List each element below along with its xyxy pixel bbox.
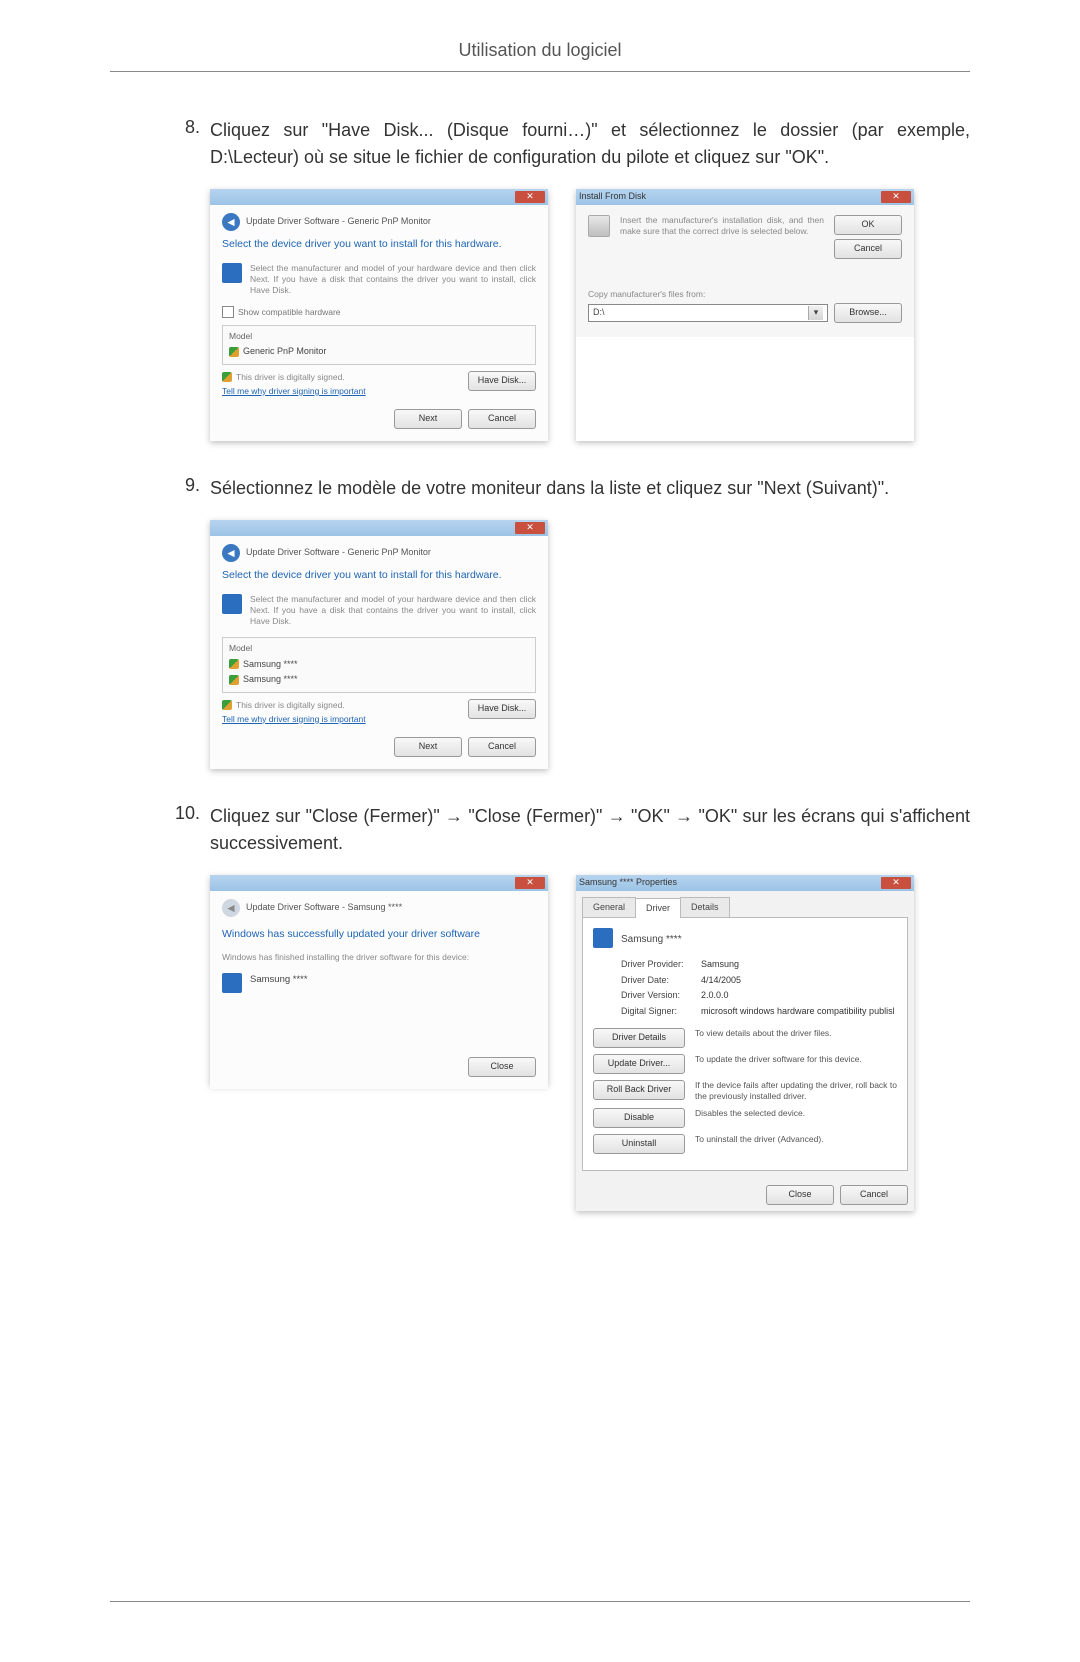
- path-dropdown[interactable]: D:\ ▾: [588, 304, 828, 322]
- step-10: 10. Cliquez sur "Close (Fermer)" → "Clos…: [110, 803, 970, 1222]
- success-dialog: ✕ ◄ Update Driver Software - Samsung ***…: [210, 875, 548, 1085]
- shield-icon: [222, 372, 232, 382]
- breadcrumb: ◄ Update Driver Software - Samsung ****: [222, 899, 536, 917]
- back-icon[interactable]: ◄: [222, 544, 240, 562]
- device-name: Samsung ****: [250, 973, 308, 993]
- breadcrumb: ◄ Update Driver Software - Generic PnP M…: [222, 213, 536, 231]
- disk-instructions: Insert the manufacturer's installation d…: [620, 215, 824, 237]
- monitor-icon: [593, 928, 613, 948]
- step-text: Cliquez sur "Have Disk... (Disque fourni…: [210, 117, 970, 171]
- step-text: Sélectionnez le modèle de votre moniteur…: [210, 475, 970, 502]
- model-list: Model Samsung **** Samsung ****: [222, 637, 536, 693]
- uninstall-button[interactable]: Uninstall: [593, 1134, 685, 1154]
- close-button[interactable]: Close: [468, 1057, 536, 1077]
- tab-driver[interactable]: Driver: [635, 898, 681, 919]
- shield-icon: [229, 347, 239, 357]
- tab-details[interactable]: Details: [680, 897, 730, 918]
- chevron-down-icon: ▾: [808, 306, 823, 320]
- driver-icon: [222, 263, 242, 283]
- list-item[interactable]: Generic PnP Monitor: [229, 344, 529, 360]
- step-number: 9.: [110, 475, 210, 779]
- step-body: Cliquez sur "Have Disk... (Disque fourni…: [210, 117, 970, 451]
- cancel-button[interactable]: Cancel: [468, 737, 536, 757]
- install-from-disk-dialog: Install From Disk ✕ Insert the manufactu…: [576, 189, 914, 441]
- step-number: 8.: [110, 117, 210, 451]
- step-body: Cliquez sur "Close (Fermer)" → "Close (F…: [210, 803, 970, 1222]
- screenshot-row: ✕ ◄ Update Driver Software - Generic PnP…: [210, 189, 970, 441]
- signing-link[interactable]: Tell me why driver signing is important: [222, 386, 366, 396]
- list-item[interactable]: Samsung ****: [229, 657, 529, 673]
- document-page: Utilisation du logiciel 8. Cliquez sur "…: [0, 0, 1080, 1662]
- shield-icon: [222, 700, 232, 710]
- next-button[interactable]: Next: [394, 409, 462, 429]
- properties-dialog: Samsung **** Properties ✕ General Driver…: [576, 875, 914, 1212]
- select-model-dialog: ✕ ◄ Update Driver Software - Generic PnP…: [210, 520, 548, 769]
- next-button[interactable]: Next: [394, 737, 462, 757]
- device-name: Samsung ****: [621, 928, 682, 948]
- ok-button[interactable]: OK: [834, 215, 902, 235]
- close-icon[interactable]: ✕: [515, 522, 545, 534]
- rollback-driver-button[interactable]: Roll Back Driver: [593, 1080, 685, 1100]
- compat-checkbox[interactable]: [222, 306, 234, 318]
- breadcrumb: ◄ Update Driver Software - Generic PnP M…: [222, 544, 536, 562]
- model-header: Model: [229, 642, 529, 655]
- window-title: Samsung **** Properties: [579, 876, 677, 890]
- step-list: 8. Cliquez sur "Have Disk... (Disque fou…: [110, 117, 970, 1221]
- cancel-button[interactable]: Cancel: [834, 239, 902, 259]
- window-titlebar: ✕: [210, 189, 548, 205]
- shield-icon: [229, 659, 239, 669]
- close-icon[interactable]: ✕: [515, 877, 545, 889]
- have-disk-button[interactable]: Have Disk...: [468, 699, 536, 719]
- disable-button[interactable]: Disable: [593, 1108, 685, 1128]
- window-titlebar: Samsung **** Properties ✕: [576, 875, 914, 891]
- tabs: General Driver Details: [582, 897, 908, 919]
- close-icon[interactable]: ✕: [515, 191, 545, 203]
- driver-details-button[interactable]: Driver Details: [593, 1028, 685, 1048]
- cancel-button[interactable]: Cancel: [840, 1185, 908, 1205]
- dialog-note: Select the manufacturer and model of you…: [250, 263, 536, 296]
- page-title: Utilisation du logiciel: [110, 40, 970, 72]
- copy-from-label: Copy manufacturer's files from:: [588, 289, 902, 300]
- dialog-heading: Windows has successfully updated your dr…: [222, 927, 536, 943]
- browse-button[interactable]: Browse...: [834, 303, 902, 323]
- window-title: Install From Disk: [579, 190, 646, 204]
- step-number: 10.: [110, 803, 210, 1222]
- dialog-heading: Select the device driver you want to ins…: [222, 568, 536, 584]
- cancel-button[interactable]: Cancel: [468, 409, 536, 429]
- list-item[interactable]: Samsung ****: [229, 672, 529, 688]
- shield-icon: [229, 675, 239, 685]
- back-icon: ◄: [222, 899, 240, 917]
- back-icon[interactable]: ◄: [222, 213, 240, 231]
- step-text: Cliquez sur "Close (Fermer)" → "Close (F…: [210, 803, 970, 857]
- step-9: 9. Sélectionnez le modèle de votre monit…: [110, 475, 970, 779]
- signed-row: This driver is digitally signed.: [222, 371, 366, 384]
- step-body: Sélectionnez le modèle de votre moniteur…: [210, 475, 970, 779]
- disk-icon: [588, 215, 610, 237]
- have-disk-button[interactable]: Have Disk...: [468, 371, 536, 391]
- close-icon[interactable]: ✕: [881, 877, 911, 889]
- monitor-icon: [222, 973, 242, 993]
- window-titlebar: ✕: [210, 875, 548, 891]
- breadcrumb-text: Update Driver Software - Generic PnP Mon…: [246, 215, 431, 229]
- step-8: 8. Cliquez sur "Have Disk... (Disque fou…: [110, 117, 970, 451]
- driver-icon: [222, 594, 242, 614]
- sub-text: Windows has finished installing the driv…: [222, 952, 536, 963]
- update-driver-button[interactable]: Update Driver...: [593, 1054, 685, 1074]
- window-titlebar: Install From Disk ✕: [576, 189, 914, 205]
- tab-general[interactable]: General: [582, 897, 636, 918]
- model-list: Model Generic PnP Monitor: [222, 325, 536, 365]
- signed-row: This driver is digitally signed.: [222, 699, 366, 712]
- page-footer-rule: [110, 1601, 970, 1602]
- dialog-heading: Select the device driver you want to ins…: [222, 237, 536, 253]
- model-header: Model: [229, 330, 529, 343]
- dialog-note: Select the manufacturer and model of you…: [250, 594, 536, 627]
- close-icon[interactable]: ✕: [881, 191, 911, 203]
- close-button[interactable]: Close: [766, 1185, 834, 1205]
- update-driver-dialog: ✕ ◄ Update Driver Software - Generic PnP…: [210, 189, 548, 441]
- window-titlebar: ✕: [210, 520, 548, 536]
- signing-link[interactable]: Tell me why driver signing is important: [222, 714, 366, 724]
- compat-label: Show compatible hardware: [238, 306, 341, 319]
